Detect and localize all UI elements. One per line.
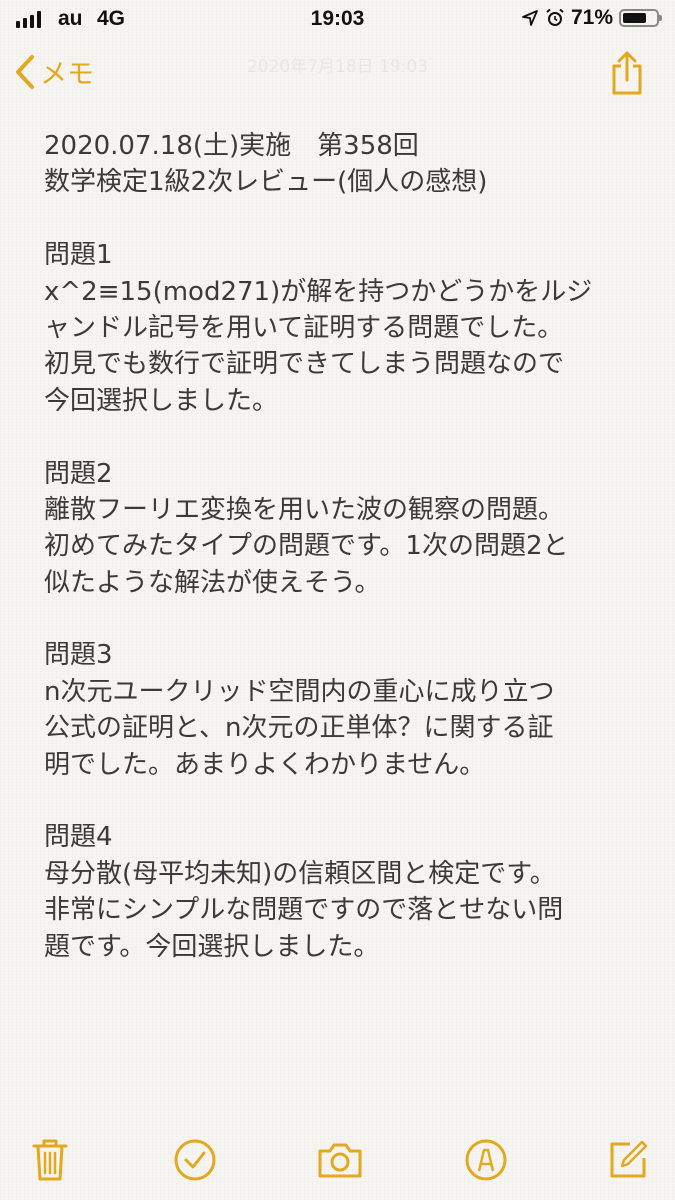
status-bar: au 4G 19:03 71%: [0, 0, 675, 40]
note-line: 初見でも数行で証明できてしまう問題なので: [44, 349, 565, 380]
note-line: 問題1: [44, 240, 113, 271]
note-line: x^2≡15(mod271)が解を持つかどうかをルジ: [44, 276, 593, 307]
note-line: 2020.07.18(土)実施 第358回: [44, 131, 419, 161]
note-line: ャンドル記号を用いて証明する問題でした。: [44, 312, 564, 343]
battery-icon: [619, 9, 662, 27]
note-line: 題です。今回選択しました。: [44, 931, 380, 962]
note-line: [44, 419, 644, 455]
delete-button[interactable]: [26, 1136, 74, 1184]
camera-icon: [318, 1143, 362, 1178]
checklist-button[interactable]: [171, 1136, 219, 1184]
status-right-group: 71%: [521, 6, 662, 30]
note-line: 似たような解法が使えそう。: [44, 567, 381, 598]
note-line: 今回選択しました。: [44, 385, 279, 416]
note-line: [44, 783, 644, 819]
note-line: [44, 201, 644, 237]
nav-bar: メモ 2020年7月18日 19:03: [0, 44, 675, 104]
note-line: 母分散(母平均未知)の信頼区間と検定です。: [44, 858, 556, 889]
note-line: 離散フーリエ変換を用いた波の観察の問題。: [44, 494, 565, 525]
note-line: 非常にシンプルな問題ですので落とせない問: [44, 895, 564, 926]
share-button[interactable]: [609, 50, 645, 100]
alarm-clock-icon: [546, 8, 564, 26]
location-arrow-icon: [522, 10, 538, 26]
share-icon: [612, 51, 642, 95]
note-line: 公式の証明と、n次元の正単体？に関する証: [44, 713, 554, 744]
note-line: n次元ユークリッド空間内の重心に成り立つ: [44, 676, 555, 707]
markup-icon: [465, 1139, 507, 1181]
note-line: [44, 601, 644, 637]
note-line: 問題2: [44, 458, 113, 489]
bottom-toolbar: [0, 1118, 675, 1200]
checklist-icon: [174, 1139, 216, 1181]
note-line: 問題4: [44, 822, 113, 853]
markup-button[interactable]: [462, 1136, 510, 1184]
trash-icon: [32, 1139, 68, 1181]
compose-icon: [610, 1140, 648, 1178]
nav-faded-title: 2020年7月18日 19:03: [246, 57, 429, 77]
note-line: 問題3: [44, 640, 113, 671]
note-body[interactable]: 2020.07.18(土)実施 第358回数学検定1級2次レビュー(個人の感想)…: [44, 128, 644, 1116]
battery-percent: 71%: [570, 6, 613, 29]
note-line: 明でした。あまりよくわかりません。: [44, 749, 486, 780]
compose-button[interactable]: [604, 1136, 652, 1184]
note-line: 数学検定1級2次レビュー(個人の感想): [44, 167, 488, 198]
camera-button[interactable]: [316, 1136, 364, 1184]
battery-level-fill: [623, 13, 646, 23]
note-line: 初めてみたタイプの問題です。1次の問題2と: [44, 531, 569, 562]
